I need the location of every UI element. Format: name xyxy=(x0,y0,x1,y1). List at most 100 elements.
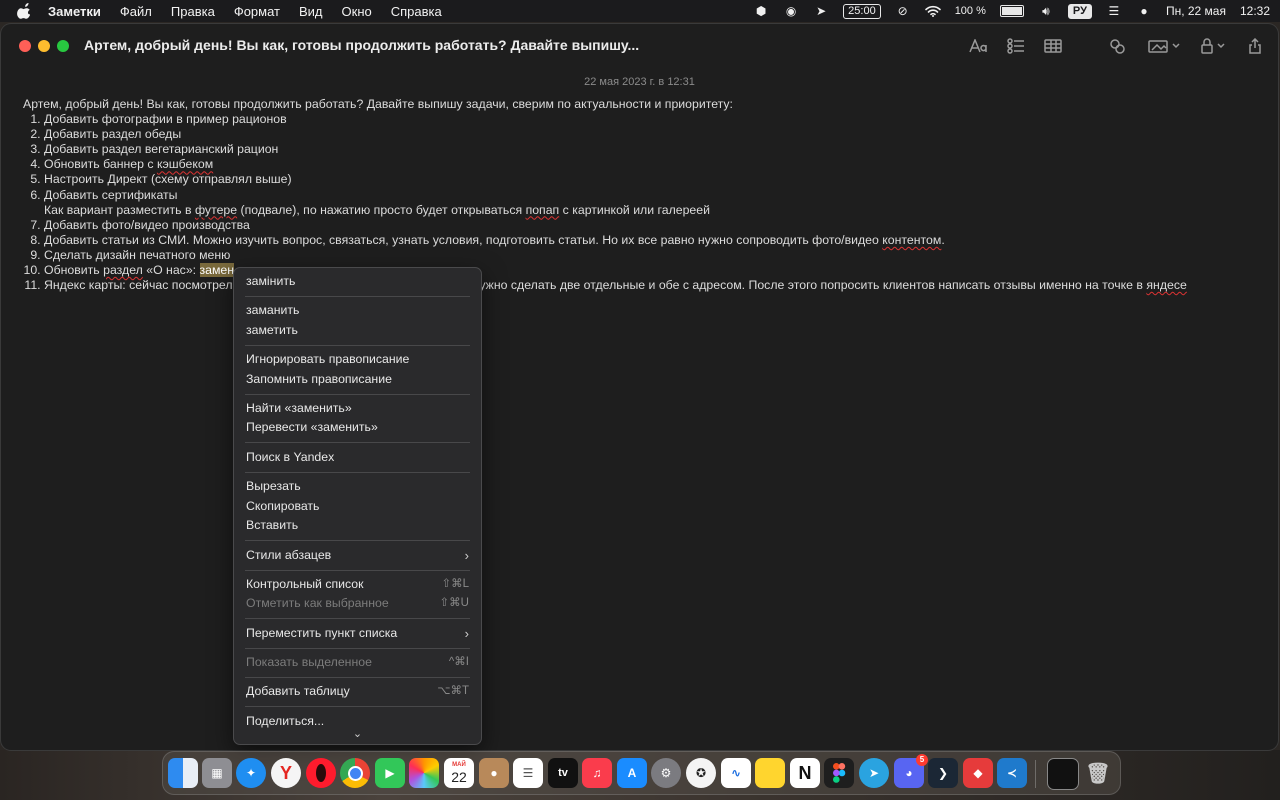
vscode-icon[interactable]: ≺ xyxy=(997,758,1027,788)
minimize-button[interactable] xyxy=(38,40,50,52)
find-item[interactable]: Найти «заменить» xyxy=(234,399,481,418)
opera-icon[interactable] xyxy=(306,758,336,788)
misspelled-word[interactable]: попап xyxy=(526,203,560,217)
menu-bar: Заметки Файл Правка Формат Вид Окно Спра… xyxy=(0,0,1280,22)
add-table-item[interactable]: Добавить таблицу ⌥⌘T xyxy=(234,682,481,701)
timer-badge[interactable]: 25:00 xyxy=(843,3,881,19)
telegram-icon[interactable]: ➤ xyxy=(859,758,889,788)
media-icon[interactable] xyxy=(1147,36,1183,56)
telegram-status-icon[interactable]: ➤ xyxy=(813,4,829,18)
scroll-down-chevron-icon[interactable]: ⌄ xyxy=(234,727,481,740)
menu-view[interactable]: Вид xyxy=(299,4,323,19)
misspelled-word[interactable]: яндесе xyxy=(1146,278,1186,292)
menu-separator xyxy=(245,394,470,395)
focus-icon[interactable]: ⊘ xyxy=(895,4,911,18)
misspelled-word[interactable]: раздел xyxy=(103,263,143,277)
search-yandex-item[interactable]: Поиск в Yandex xyxy=(234,448,481,467)
list-item: Настроить Директ (схему отправлял выше) xyxy=(44,172,1187,187)
facetime-icon[interactable]: ▶ xyxy=(375,758,405,788)
menu-separator xyxy=(245,570,470,571)
contacts-icon[interactable]: ● xyxy=(479,758,509,788)
apple-tv-icon[interactable]: tv xyxy=(548,758,578,788)
list-item: Добавить фотографии в пример рационов xyxy=(44,112,1187,127)
checklist-item[interactable]: Контрольный список ⇧⌘L xyxy=(234,575,481,594)
battery-icon[interactable] xyxy=(999,5,1024,17)
share-icon[interactable] xyxy=(1247,36,1263,56)
misspelled-word[interactable]: кэшбеком xyxy=(157,157,213,171)
table-icon[interactable] xyxy=(1043,36,1063,56)
move-list-item[interactable]: Переместить пункт списка › xyxy=(234,624,481,643)
yandex-browser-icon[interactable]: Y xyxy=(271,758,301,788)
close-button[interactable] xyxy=(19,40,31,52)
finder-icon[interactable] xyxy=(168,758,198,788)
menu-app-name[interactable]: Заметки xyxy=(48,4,101,19)
note-editor[interactable]: 22 мая 2023 г. в 12:31 Артем, добрый ден… xyxy=(1,68,1278,750)
menubar-time[interactable]: 12:32 xyxy=(1240,4,1270,18)
input-source-badge[interactable]: РУ xyxy=(1067,3,1092,19)
control-center-icon[interactable]: ☰ xyxy=(1106,4,1122,18)
menu-edit[interactable]: Правка xyxy=(171,4,215,19)
system-settings-icon[interactable]: ⚙ xyxy=(651,758,681,788)
menubar-date[interactable]: Пн, 22 мая xyxy=(1166,4,1226,18)
menu-format[interactable]: Формат xyxy=(234,4,280,19)
note-body[interactable]: Артем, добрый день! Вы как, готовы продо… xyxy=(23,97,1187,293)
apple-menu-icon[interactable] xyxy=(16,3,31,19)
menu-file[interactable]: Файл xyxy=(120,4,152,19)
anydesk-icon[interactable]: ◆ xyxy=(963,758,993,788)
minimized-window-icon[interactable] xyxy=(1047,758,1079,790)
cut-item[interactable]: Вырезать xyxy=(234,477,481,496)
collaborate-icon[interactable] xyxy=(1107,36,1127,56)
wifi-icon[interactable] xyxy=(924,4,941,18)
notes-icon[interactable] xyxy=(755,758,785,788)
window-title: Артем, добрый день! Вы как, готовы продо… xyxy=(84,37,640,53)
paste-item[interactable]: Вставить xyxy=(234,516,481,535)
text-format-icon[interactable] xyxy=(969,36,989,56)
discord-icon[interactable]: ◕ 5 xyxy=(894,754,928,788)
reminders-icon[interactable]: ☰ xyxy=(513,758,543,788)
calendar-icon[interactable]: МАЙ 22 xyxy=(444,758,474,788)
figma-icon[interactable] xyxy=(824,758,854,788)
menu-help[interactable]: Справка xyxy=(391,4,442,19)
mark-checked-item: Отметить как выбранное ⇧⌘U xyxy=(234,594,481,613)
list-item: Добавить раздел обеды xyxy=(44,127,1187,142)
list-item: Яндекс карты: сейчас посмотрелнужно сдел… xyxy=(44,278,1187,293)
menu-separator xyxy=(245,618,470,619)
misspelled-word[interactable]: футере xyxy=(195,203,237,217)
dev-app-icon[interactable]: ❯ xyxy=(928,758,958,788)
chevron-right-icon: › xyxy=(464,626,469,641)
spelling-suggestion-1[interactable]: замінить xyxy=(234,272,481,291)
spelling-suggestion-3[interactable]: заметить xyxy=(234,321,481,340)
launchpad-icon[interactable]: ▦ xyxy=(202,758,232,788)
ignore-spelling-item[interactable]: Игнорировать правописание xyxy=(234,350,481,369)
volume-icon[interactable]: 🔊︎ xyxy=(1038,4,1054,18)
shortcut-label: ⌥⌘T xyxy=(437,685,469,697)
menu-separator xyxy=(245,677,470,678)
menu-separator xyxy=(245,648,470,649)
status-app-icon[interactable]: ⬢ xyxy=(753,4,769,18)
translate-item[interactable]: Перевести «заменить» xyxy=(234,418,481,437)
trash-icon[interactable]: 🗑︎ xyxy=(1083,758,1113,788)
app-store-icon[interactable]: A xyxy=(617,758,647,788)
menu-separator xyxy=(245,345,470,346)
notion-icon[interactable]: N xyxy=(790,758,820,788)
spelling-suggestion-2[interactable]: заманить xyxy=(234,301,481,320)
photos-icon[interactable] xyxy=(409,758,439,788)
chrome-icon[interactable] xyxy=(340,758,370,788)
freeform-icon[interactable]: ∿ xyxy=(721,758,751,788)
notification-badge: 5 xyxy=(916,754,928,766)
paragraph-styles-item[interactable]: Стили абзацев › xyxy=(234,546,481,565)
menu-window[interactable]: Окно xyxy=(342,4,372,19)
checklist-icon[interactable] xyxy=(1006,36,1026,56)
copy-item[interactable]: Скопировать xyxy=(234,497,481,516)
learn-spelling-item[interactable]: Запомнить правописание xyxy=(234,370,481,389)
controller-icon[interactable]: ◉ xyxy=(783,4,799,18)
zoom-button[interactable] xyxy=(57,40,69,52)
selected-word[interactable]: замен xyxy=(199,263,235,278)
lock-icon[interactable] xyxy=(1199,36,1229,56)
calendar-month: МАЙ xyxy=(452,762,466,768)
music-icon[interactable]: ♫ xyxy=(582,758,612,788)
chatgpt-icon[interactable]: ✪ xyxy=(686,758,716,788)
safari-icon[interactable]: ✦ xyxy=(236,758,266,788)
siri-icon[interactable]: ● xyxy=(1136,4,1152,18)
misspelled-word[interactable]: контентом xyxy=(882,233,941,247)
